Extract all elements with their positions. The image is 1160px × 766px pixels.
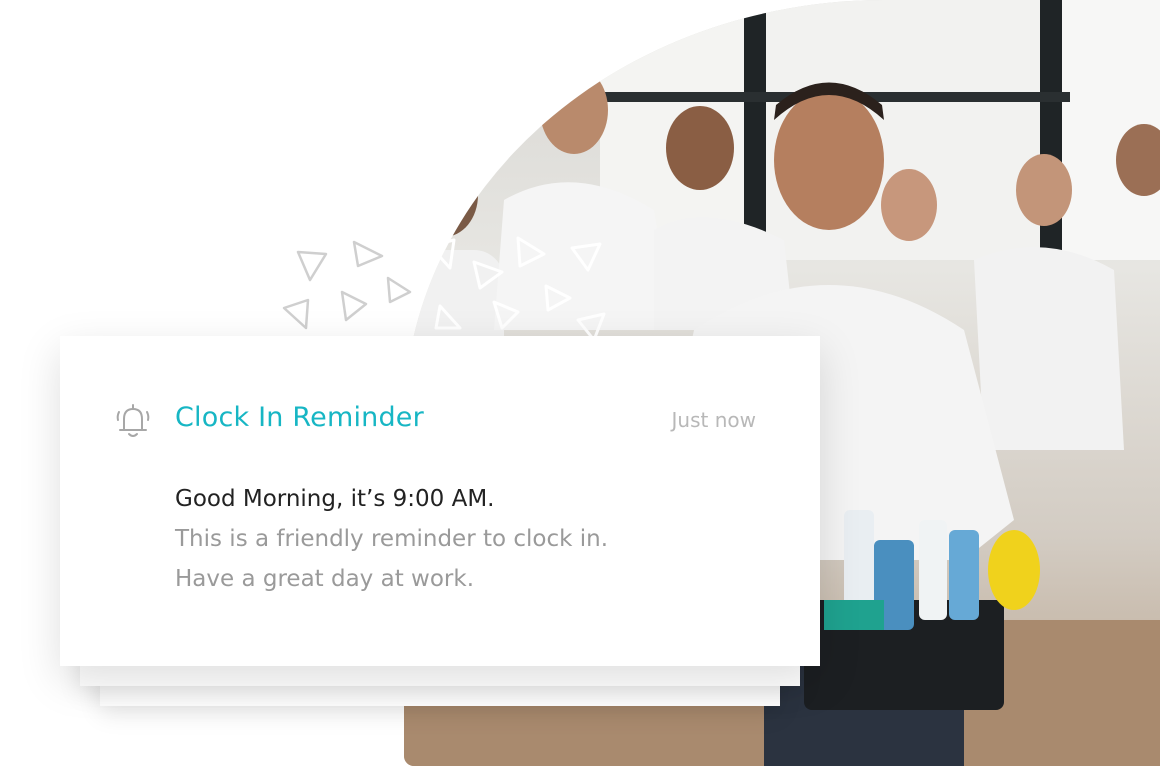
triangle-pattern-decoration [282, 236, 606, 342]
notification-timestamp: Just now [671, 408, 756, 432]
notification-greeting: Good Morning, it’s 9:00 AM. [175, 486, 495, 512]
notification-title: Clock In Reminder [175, 402, 424, 433]
bell-icon [116, 404, 150, 437]
notification-body-line: Have a great day at work. [175, 566, 474, 592]
clock-in-notification-card[interactable]: Clock In Reminder Just now Good Morning,… [60, 336, 820, 666]
notification-body-line: This is a friendly reminder to clock in. [175, 526, 609, 552]
